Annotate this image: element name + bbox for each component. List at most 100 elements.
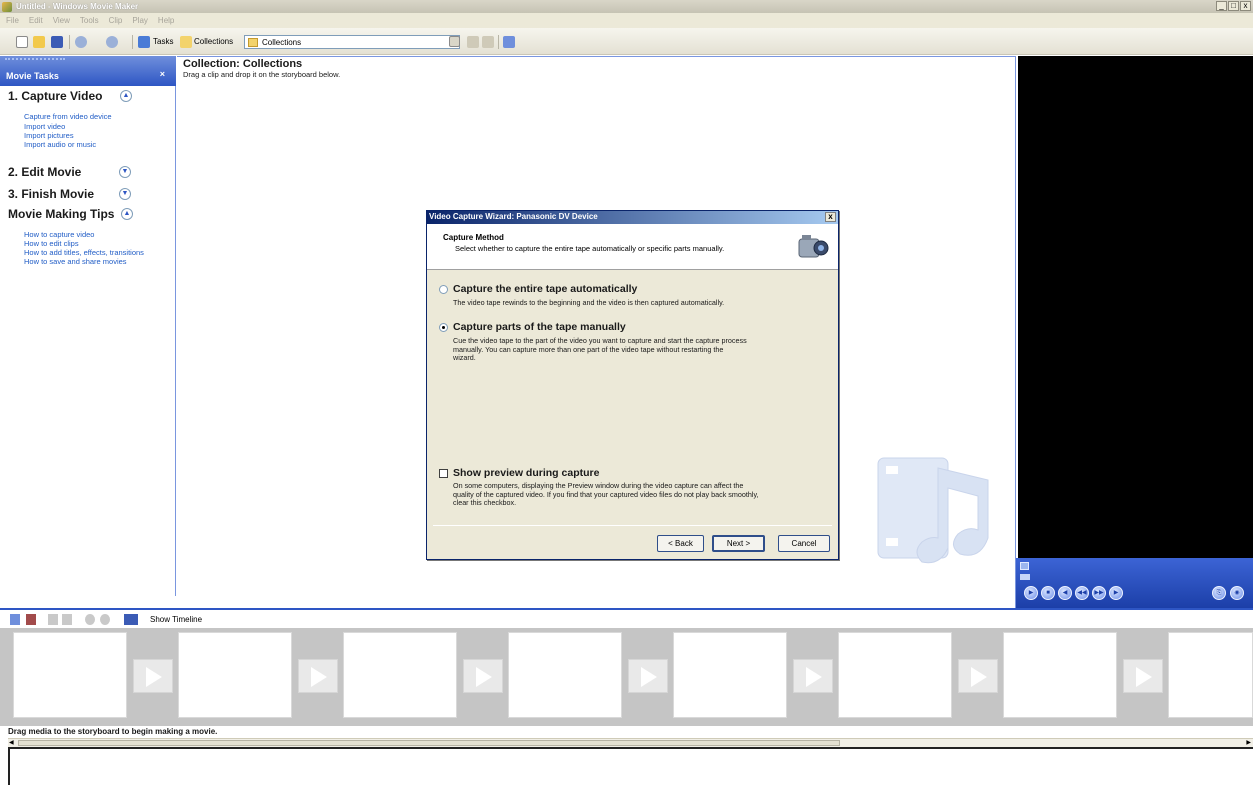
link-how-to-capture[interactable]: How to capture video	[24, 230, 94, 239]
video-capture-wizard-dialog: Video Capture Wizard: Panasonic DV Devic…	[426, 210, 839, 560]
storyboard-clip-slot[interactable]	[838, 632, 952, 718]
play-storyboard-icon[interactable]	[100, 614, 110, 625]
title-bar: Untitled - Windows Movie Maker _ □ x	[0, 0, 1253, 13]
scroll-left-icon[interactable]: ◀	[9, 739, 14, 746]
dialog-heading: Capture Method	[443, 233, 504, 242]
new-project-icon[interactable]	[16, 36, 28, 48]
storyboard-clip-slot[interactable]	[508, 632, 622, 718]
collections-button[interactable]: Collections	[194, 37, 233, 46]
storyboard-clip-slot[interactable]	[1003, 632, 1117, 718]
new-collection-folder-icon[interactable]	[482, 36, 494, 48]
scroll-right-icon[interactable]: ▶	[1246, 739, 1251, 746]
storyboard[interactable]	[0, 628, 1253, 726]
transition-slot[interactable]	[958, 659, 998, 693]
show-preview-label[interactable]: Show preview during capture	[453, 467, 599, 479]
chevron-up-icon[interactable]: ▲	[121, 208, 133, 220]
storyboard-clip-slot[interactable]	[13, 632, 127, 718]
close-window-button[interactable]: x	[1240, 1, 1251, 11]
folder-icon	[248, 37, 258, 47]
capture-parts-manually-radio[interactable]	[439, 323, 448, 332]
dialog-header: Capture Method Select whether to capture…	[427, 224, 838, 270]
link-how-to-edit[interactable]: How to edit clips	[24, 239, 79, 248]
next-frame-icon[interactable]: ▶	[1109, 586, 1123, 600]
minimize-button[interactable]: _	[1216, 1, 1227, 11]
dropdown-arrow-icon[interactable]	[449, 36, 460, 47]
views-icon[interactable]	[503, 36, 515, 48]
chevron-down-icon[interactable]: ▼	[119, 166, 131, 178]
link-how-to-add-titles[interactable]: How to add titles, effects, transitions	[24, 248, 144, 257]
transition-slot[interactable]	[298, 659, 338, 693]
rewind-icon[interactable]: ◀◀	[1075, 586, 1089, 600]
storyboard-scrollbar[interactable]: ◀ ▶	[8, 738, 1253, 747]
show-timeline-button[interactable]: Show Timeline	[150, 615, 202, 624]
take-picture-icon[interactable]: ◉	[1230, 586, 1244, 600]
capture-parts-manually-label[interactable]: Capture parts of the tape manually	[453, 321, 626, 333]
menu-view[interactable]: View	[53, 16, 70, 25]
scrollbar-thumb[interactable]	[18, 740, 840, 746]
collections-select[interactable]: Collections	[244, 35, 460, 49]
transition-slot[interactable]	[133, 659, 173, 693]
cancel-button[interactable]: Cancel	[778, 535, 830, 552]
save-project-icon[interactable]	[51, 36, 63, 48]
link-how-to-save[interactable]: How to save and share movies	[24, 257, 127, 266]
split-clip-icon[interactable]: ⎘	[1212, 586, 1226, 600]
movie-maker-watermark-icon	[877, 457, 989, 564]
previous-frame-icon[interactable]: ◀	[1058, 586, 1072, 600]
link-import-audio[interactable]: Import audio or music	[24, 140, 96, 149]
transition-slot[interactable]	[793, 659, 833, 693]
window-title: Untitled - Windows Movie Maker	[16, 2, 139, 11]
fast-forward-icon[interactable]: ▶▶	[1092, 586, 1106, 600]
chevron-down-icon[interactable]: ▼	[119, 188, 131, 200]
bottom-panel	[8, 747, 1253, 785]
storyboard-clip-slot[interactable]	[343, 632, 457, 718]
menu-file[interactable]: File	[6, 16, 19, 25]
up-one-level-icon[interactable]	[467, 36, 479, 48]
dialog-title: Video Capture Wizard: Panasonic DV Devic…	[429, 212, 598, 221]
next-button[interactable]: Next >	[712, 535, 765, 552]
play-icon[interactable]: ▶	[1024, 586, 1038, 600]
maximize-button[interactable]: □	[1228, 1, 1239, 11]
zoom-out-icon[interactable]	[62, 614, 72, 625]
seek-bar-icon[interactable]	[1020, 562, 1029, 570]
narrate-icon[interactable]	[26, 614, 36, 625]
section-capture-video[interactable]: 1. Capture Video	[8, 89, 102, 103]
menu-clip[interactable]: Clip	[109, 16, 123, 25]
close-pane-icon[interactable]: ×	[160, 69, 165, 79]
tasks-icon[interactable]	[138, 36, 150, 48]
timeline-icon[interactable]	[124, 614, 138, 625]
undo-icon[interactable]	[75, 36, 87, 48]
menu-tools[interactable]: Tools	[80, 16, 99, 25]
dialog-close-button[interactable]: x	[825, 212, 836, 222]
zoom-in-icon[interactable]	[48, 614, 58, 625]
transition-slot[interactable]	[463, 659, 503, 693]
collections-icon[interactable]	[180, 36, 192, 48]
section-edit-movie[interactable]: 2. Edit Movie	[8, 165, 81, 179]
tasks-button[interactable]: Tasks	[153, 37, 173, 46]
set-audio-levels-icon[interactable]	[10, 614, 20, 625]
transition-slot[interactable]	[628, 659, 668, 693]
link-capture-from-device[interactable]: Capture from video device	[24, 112, 112, 121]
open-project-icon[interactable]	[33, 36, 45, 48]
capture-entire-tape-radio[interactable]	[439, 285, 448, 294]
link-import-video[interactable]: Import video	[24, 122, 65, 131]
menu-play[interactable]: Play	[132, 16, 148, 25]
chevron-up-icon[interactable]: ▲	[120, 90, 132, 102]
link-import-pictures[interactable]: Import pictures	[24, 131, 74, 140]
redo-icon[interactable]	[106, 36, 118, 48]
preview-screen	[1018, 56, 1253, 558]
stop-icon[interactable]: ■	[1041, 586, 1055, 600]
menu-help[interactable]: Help	[158, 16, 174, 25]
storyboard-clip-slot[interactable]	[1168, 632, 1253, 718]
playback-slider[interactable]	[1020, 574, 1030, 580]
show-preview-checkbox[interactable]	[439, 469, 448, 478]
section-finish-movie[interactable]: 3. Finish Movie	[8, 187, 94, 201]
section-movie-making-tips[interactable]: Movie Making Tips	[8, 207, 114, 221]
camcorder-icon	[798, 235, 829, 258]
storyboard-clip-slot[interactable]	[673, 632, 787, 718]
rewind-storyboard-icon[interactable]	[85, 614, 95, 625]
transition-slot[interactable]	[1123, 659, 1163, 693]
capture-entire-tape-label[interactable]: Capture the entire tape automatically	[453, 283, 637, 295]
back-button[interactable]: < Back	[657, 535, 704, 552]
storyboard-clip-slot[interactable]	[178, 632, 292, 718]
menu-edit[interactable]: Edit	[29, 16, 43, 25]
